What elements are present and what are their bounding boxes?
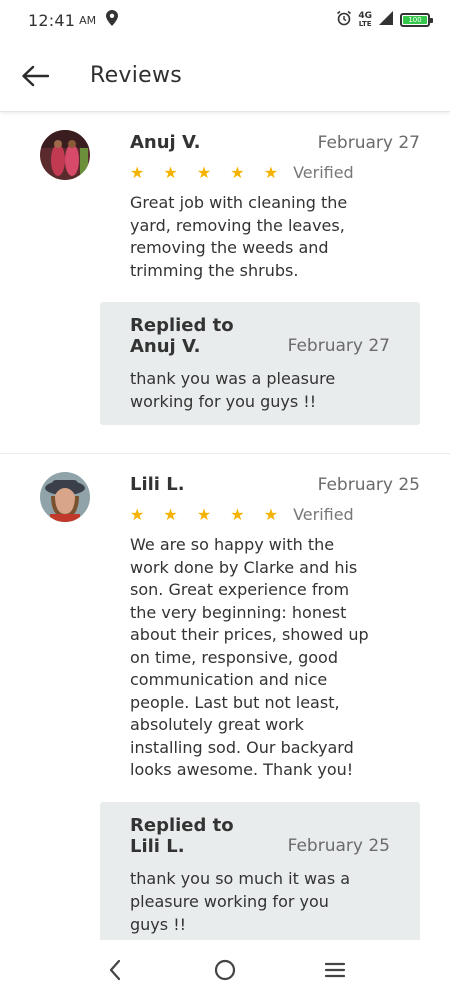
network-type: 4G LTE [358, 11, 372, 29]
arrow-left-icon [22, 65, 49, 86]
rating-row: ★ ★ ★ ★ ★ Verified [130, 505, 420, 524]
verified-label: Verified [293, 163, 354, 182]
page-title: Reviews [90, 63, 183, 88]
star-rating-icons: ★ ★ ★ ★ ★ [130, 163, 286, 182]
circle-home-icon [214, 959, 236, 981]
reviews-list[interactable]: Anuj V. February 27 ★ ★ ★ ★ ★ Verified G… [0, 112, 450, 940]
nav-home-button[interactable] [195, 945, 255, 995]
avatar [40, 130, 90, 180]
battery-level: 100 [403, 16, 427, 24]
alarm-icon [336, 10, 352, 30]
screen: 12:41 AM 4G LTE 100 Reviews Anuj V. Febr… [0, 0, 450, 1000]
avatar [40, 472, 90, 522]
location-pin-icon [106, 10, 119, 30]
star-rating-icons: ★ ★ ★ ★ ★ [130, 505, 286, 524]
status-ampm: AM [79, 13, 97, 27]
reply-box: Replied to Anuj V. February 27 thank you… [100, 302, 420, 425]
review-card: Anuj V. February 27 ★ ★ ★ ★ ★ Verified G… [0, 112, 450, 453]
reviewer-name: Lili L. [130, 474, 185, 495]
review-card: Lili L. February 25 ★ ★ ★ ★ ★ Verified W… [0, 453, 450, 940]
review-text: Great job with cleaning the yard, removi… [130, 193, 348, 280]
status-time: 12:41 [28, 10, 76, 30]
reply-title: Replied to Anuj V. [130, 315, 234, 357]
status-icons: 4G LTE 100 [336, 10, 433, 30]
reply-date: February 27 [287, 336, 390, 356]
rating-row: ★ ★ ★ ★ ★ Verified [130, 163, 420, 182]
review-date: February 27 [317, 133, 420, 153]
back-button[interactable] [0, 40, 70, 112]
nav-back-button[interactable] [85, 945, 145, 995]
review-date: February 25 [317, 475, 420, 495]
hamburger-menu-icon [324, 962, 346, 978]
status-bar: 12:41 AM 4G LTE 100 [0, 0, 450, 40]
reply-text: thank you so much it was a pleasure work… [130, 868, 351, 934]
verified-label: Verified [293, 505, 354, 524]
signal-icon [378, 10, 394, 30]
system-nav-bar [0, 940, 450, 1000]
reply-text: thank you was a pleasure working for you… [130, 369, 336, 411]
chevron-left-icon [109, 959, 121, 981]
reply-box: Replied to Lili L. February 25 thank you… [100, 801, 420, 940]
reply-date: February 25 [287, 835, 390, 856]
reply-title: Replied to Lili L. [130, 814, 234, 857]
app-bar: Reviews [0, 40, 450, 112]
reviewer-name: Anuj V. [130, 132, 201, 153]
nav-menu-button[interactable] [305, 945, 365, 995]
battery-icon: 100 [400, 13, 433, 27]
review-text: We are so happy with the work done by Cl… [130, 535, 369, 779]
